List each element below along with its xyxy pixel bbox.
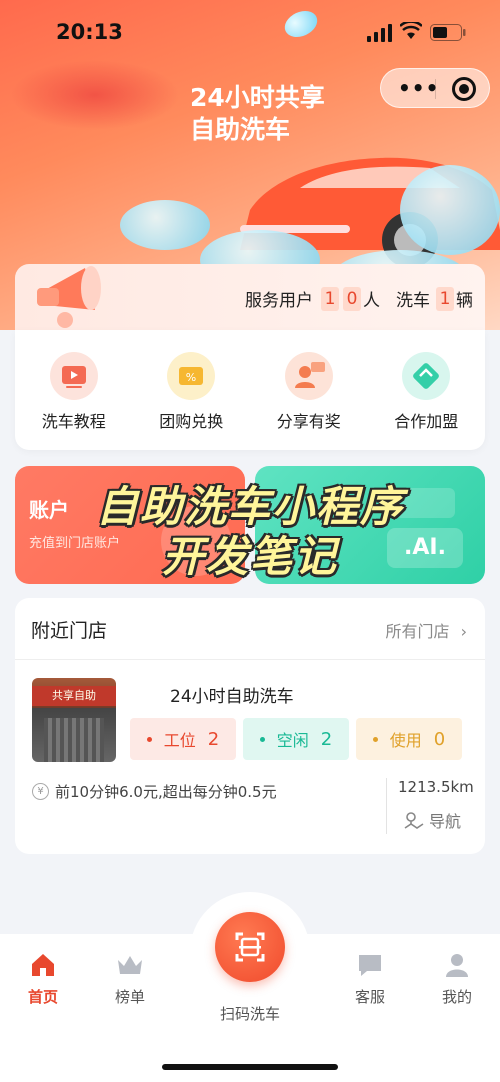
menu-item-franchise[interactable]: 合作加盟 xyxy=(368,330,486,450)
menu-item-share[interactable]: 分享有奖 xyxy=(250,330,368,450)
menu-label: 洗车教程 xyxy=(41,412,106,431)
stats-wash-unit: 辆 xyxy=(456,291,473,311)
overlay-title-line1: 自助洗车小程序 xyxy=(95,482,404,531)
tab-service[interactable]: 客服 xyxy=(335,950,405,1007)
status-pill-station: 工位 2 xyxy=(130,718,236,760)
scan-qr-icon xyxy=(235,932,265,962)
share-reward-icon xyxy=(284,352,333,400)
overlay-title: 自助洗车小程序 开发笔记 xyxy=(0,482,500,582)
scan-wash-button[interactable] xyxy=(215,912,285,982)
store-name[interactable]: 24小时自助洗车 xyxy=(170,682,294,707)
megaphone-icon xyxy=(37,266,101,328)
nearby-title: 附近门店 xyxy=(31,620,108,642)
status-pill-idle: 空闲 2 xyxy=(243,718,349,760)
status-time: 20:13 xyxy=(56,20,123,44)
user-icon xyxy=(442,950,472,980)
nearby-store-header: 附近门店 所有门店 › xyxy=(15,598,485,660)
feature-menu: 洗车教程 % 团购兑换 分享有奖 合作加盟 xyxy=(15,330,485,450)
svg-text:%: % xyxy=(186,371,196,384)
menu-label: 分享有奖 xyxy=(276,412,341,431)
chevron-right-icon: › xyxy=(460,622,467,641)
users-digit: 0 xyxy=(343,286,361,311)
tab-label: 榜单 xyxy=(114,988,145,1006)
price-text: 前10分钟6.0元,超出每分钟0.5元 xyxy=(55,783,277,801)
status-value: 2 xyxy=(207,728,220,750)
video-tutorial-icon xyxy=(49,352,98,400)
status-value: 2 xyxy=(320,728,333,750)
map-pin-icon xyxy=(404,812,424,829)
capsule-divider xyxy=(435,79,436,99)
menu-label: 合作加盟 xyxy=(394,412,459,431)
close-miniprogram-icon[interactable] xyxy=(452,77,476,101)
miniprogram-capsule: ••• xyxy=(380,68,490,108)
navigate-button[interactable]: 导航 xyxy=(403,808,461,832)
hero-title-line1: 24小时共享 xyxy=(190,83,325,112)
status-dot xyxy=(372,736,378,742)
tab-label: 客服 xyxy=(354,988,385,1006)
home-indicator xyxy=(162,1064,338,1070)
chat-bubble-icon xyxy=(355,950,385,980)
cellular-signal-icon xyxy=(367,24,392,42)
wash-digit: 1 xyxy=(436,286,454,311)
status-dot xyxy=(259,736,265,742)
status-label: 使用 xyxy=(389,731,422,750)
store-distance: 1213.5km xyxy=(398,778,474,796)
service-stats-bar: 服务用户 1 0 人 洗车 1 辆 xyxy=(15,264,485,330)
tab-rank[interactable]: 榜单 xyxy=(95,950,165,1007)
status-bar: 20:13 xyxy=(0,0,500,60)
status-dot xyxy=(146,736,152,742)
store-photo-sign: 共享自助 xyxy=(32,686,116,706)
stats-wash-label: 洗车 xyxy=(396,291,430,311)
tab-mine[interactable]: 我的 xyxy=(422,950,492,1007)
tab-label: 我的 xyxy=(441,988,472,1006)
menu-item-tutorial[interactable]: 洗车教程 xyxy=(15,330,133,450)
overlay-title-line2: 开发笔记 xyxy=(161,532,338,581)
tab-label: 首页 xyxy=(27,988,58,1006)
stats-text: 服务用户 1 0 人 洗车 1 辆 xyxy=(245,286,473,311)
wifi-icon xyxy=(400,22,422,39)
battery-icon xyxy=(430,24,466,41)
store-photo-door xyxy=(44,718,104,762)
hero-glow xyxy=(10,60,180,130)
crown-icon xyxy=(115,950,145,980)
tab-home[interactable]: 首页 xyxy=(8,950,78,1007)
nearby-store-card: 附近门店 所有门店 › 共享自助 24小时自助洗车 工位 2 空闲 2 使用 0… xyxy=(15,598,485,854)
stats-users-unit: 人 xyxy=(363,291,380,311)
menu-item-groupbuy[interactable]: % 团购兑换 xyxy=(133,330,251,450)
navigate-label: 导航 xyxy=(429,812,462,831)
all-stores-label: 所有门店 xyxy=(385,622,450,641)
more-menu-icon[interactable]: ••• xyxy=(398,78,439,98)
menu-label: 团购兑换 xyxy=(159,412,224,431)
yen-icon: ¥ xyxy=(32,783,49,800)
status-label: 空闲 xyxy=(276,731,309,750)
store-photo[interactable]: 共享自助 xyxy=(32,678,116,762)
home-icon xyxy=(28,950,58,980)
all-stores-link[interactable]: 所有门店 › xyxy=(385,618,467,642)
scan-wash-label[interactable]: 扫码洗车 xyxy=(200,1003,300,1024)
stats-users-label: 服务用户 xyxy=(245,291,313,311)
price-info: ¥ 前10分钟6.0元,超出每分钟0.5元 xyxy=(32,781,277,802)
users-digit: 1 xyxy=(321,286,339,311)
status-label: 工位 xyxy=(163,731,196,750)
status-value: 0 xyxy=(433,728,446,750)
divider xyxy=(386,778,387,834)
handshake-icon xyxy=(402,352,451,400)
status-pill-inuse: 使用 0 xyxy=(356,718,462,760)
coupon-icon: % xyxy=(167,352,216,400)
